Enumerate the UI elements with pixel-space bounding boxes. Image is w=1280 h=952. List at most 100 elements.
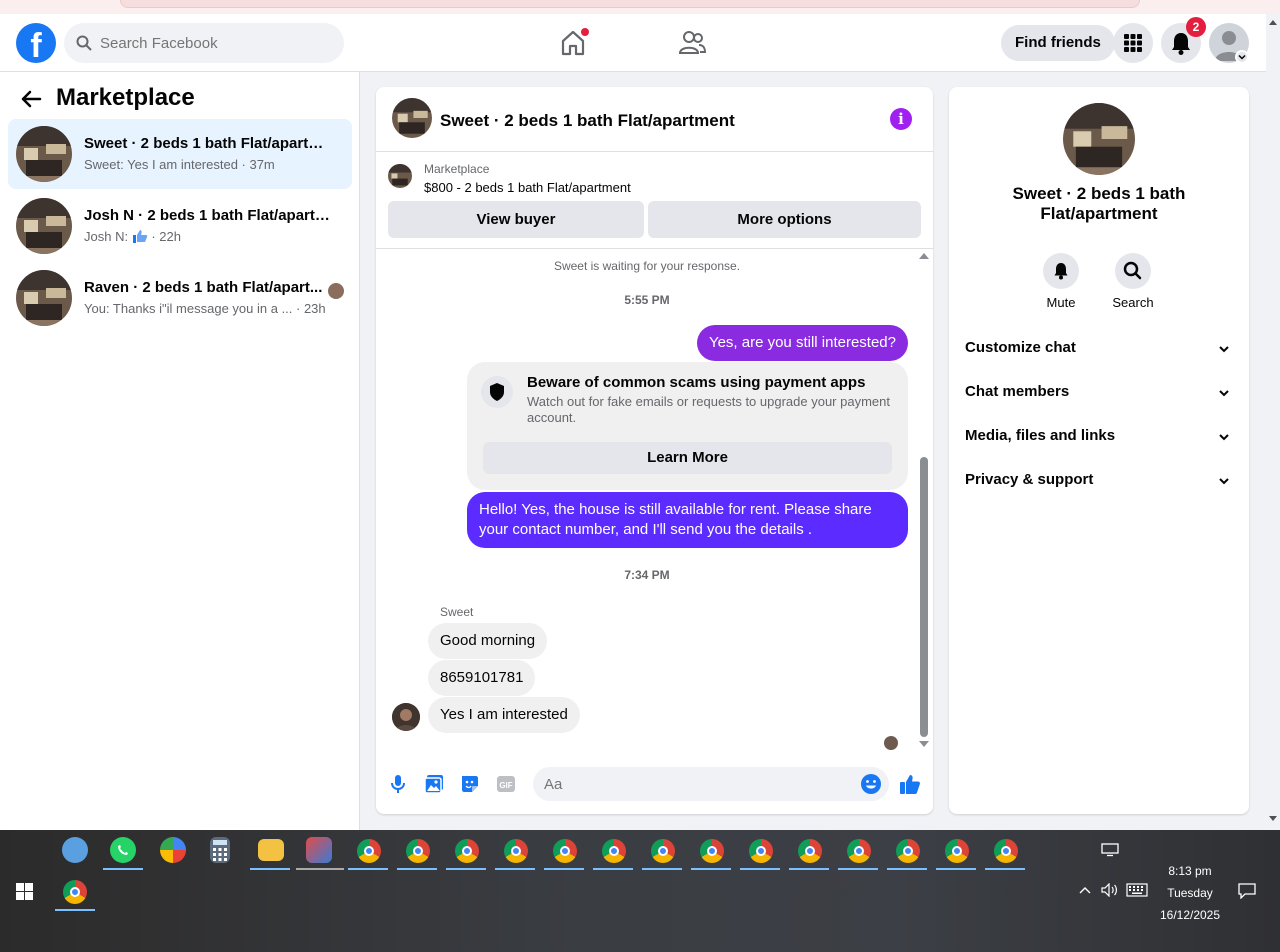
chrome-icon[interactable]	[749, 839, 773, 863]
like-thumbs-up-icon[interactable]	[899, 773, 921, 795]
conversation-title: Josh N · 2 beds 1 bath Flat/apartm...	[84, 207, 336, 224]
preview-time: · 22h	[151, 229, 181, 244]
chrome-icon[interactable]	[504, 839, 528, 863]
find-friends-button[interactable]: Find friends	[1001, 25, 1115, 61]
windows-taskbar: 8:13 pm Tuesday 16/12/2025	[0, 830, 1280, 952]
chrome-icon[interactable]	[945, 839, 969, 863]
chrome-icon[interactable]	[847, 839, 871, 863]
photo-icon[interactable]	[423, 773, 445, 795]
search-action[interactable]: Search	[1103, 253, 1163, 310]
active-indicator	[55, 909, 95, 911]
scroll-up-arrow[interactable]	[919, 253, 929, 259]
calculator-icon[interactable]	[210, 837, 230, 863]
google-lens-icon[interactable]	[160, 837, 186, 863]
chat-window: Sweet · 2 beds 1 bath Flat/apartment i M…	[376, 87, 933, 814]
active-indicator	[348, 868, 388, 870]
chevron-down-icon	[1219, 478, 1229, 485]
app-pinned-icon[interactable]	[62, 837, 88, 863]
chrome-icon[interactable]	[994, 839, 1018, 863]
bell-icon	[1054, 263, 1068, 280]
timestamp: 7:34 PM	[624, 568, 670, 582]
mute-action[interactable]: Mute	[1031, 253, 1091, 310]
active-indicator	[838, 868, 878, 870]
file-explorer-icon[interactable]	[258, 839, 284, 861]
message-input-wrapper[interactable]	[533, 767, 889, 801]
learn-more-button[interactable]: Learn More	[483, 442, 892, 474]
chat-title[interactable]: Sweet · 2 beds 1 bath Flat/apartment	[440, 111, 735, 131]
media-files-links-row[interactable]: Media, files and links	[949, 415, 1249, 459]
conversation-preview: Josh N: · 22h	[84, 229, 181, 244]
outgoing-message[interactable]: Yes, are you still interested?	[696, 325, 908, 361]
back-arrow-icon[interactable]	[20, 88, 42, 110]
windows-start-icon[interactable]	[16, 883, 33, 900]
sender-avatar[interactable]	[392, 703, 420, 731]
chrome-icon[interactable]	[63, 880, 87, 904]
chat-listing-thumbnail[interactable]	[392, 98, 432, 138]
outgoing-message[interactable]: Hello! Yes, the house is still available…	[467, 492, 908, 548]
search-box[interactable]	[64, 23, 344, 63]
microphone-icon[interactable]	[387, 773, 409, 795]
browser-address-bar[interactable]	[120, 0, 1140, 8]
chrome-icon[interactable]	[357, 839, 381, 863]
conversation-item-sweet[interactable]: Sweet · 2 beds 1 bath Flat/apartme... Sw…	[8, 119, 352, 189]
chrome-icon[interactable]	[406, 839, 430, 863]
active-indicator	[642, 868, 682, 870]
snipping-tool-icon[interactable]	[306, 837, 332, 863]
facebook-logo[interactable]: f	[16, 23, 56, 63]
chevron-up-icon[interactable]	[1079, 885, 1091, 895]
listing-price[interactable]: $800 - 2 beds 1 bath Flat/apartment	[424, 180, 631, 195]
active-indicator	[593, 868, 633, 870]
home-notification-dot	[581, 28, 589, 36]
conversation-item-josh[interactable]: Josh N · 2 beds 1 bath Flat/apartm... Jo…	[8, 191, 352, 261]
listing-large-thumbnail	[1063, 103, 1135, 175]
svg-text:GIF: GIF	[499, 781, 512, 790]
search-input[interactable]	[100, 23, 330, 63]
listing-summary: Marketplace $800 - 2 beds 1 bath Flat/ap…	[376, 152, 933, 249]
menu-button[interactable]	[1113, 23, 1153, 63]
active-indicator	[936, 868, 976, 870]
chrome-icon[interactable]	[896, 839, 920, 863]
notification-center-icon[interactable]	[1238, 883, 1256, 899]
page-scroll-up-arrow[interactable]	[1269, 20, 1277, 25]
conversation-preview: Sweet: Yes I am interested · 37m	[84, 157, 275, 172]
chevron-down-icon	[1238, 54, 1246, 60]
chrome-icon[interactable]	[651, 839, 675, 863]
emoji-icon[interactable]	[860, 773, 882, 795]
listing-thumbnail	[16, 198, 72, 254]
chat-header: Sweet · 2 beds 1 bath Flat/apartment i	[376, 87, 933, 152]
warning-body: Watch out for fake emails or requests to…	[527, 394, 890, 425]
chat-scrollbar-thumb[interactable]	[920, 457, 928, 737]
volume-icon[interactable]	[1101, 883, 1119, 897]
conversation-item-raven[interactable]: Raven · 2 beds 1 bath Flat/apart... You:…	[8, 263, 352, 333]
chat-members-row[interactable]: Chat members	[949, 371, 1249, 415]
info-icon[interactable]: i	[890, 108, 912, 130]
chrome-icon[interactable]	[602, 839, 626, 863]
system-clock[interactable]: 8:13 pm Tuesday 16/12/2025	[1150, 860, 1230, 926]
active-indicator	[789, 868, 829, 870]
active-indicator	[544, 868, 584, 870]
incoming-message[interactable]: Good morning	[428, 623, 548, 659]
sticker-icon[interactable]	[459, 773, 481, 795]
chrome-icon[interactable]	[455, 839, 479, 863]
incoming-message[interactable]: Yes I am interested	[428, 697, 580, 733]
chrome-icon[interactable]	[700, 839, 724, 863]
account-menu-caret[interactable]	[1235, 50, 1249, 64]
view-buyer-button[interactable]: View buyer	[388, 201, 644, 238]
privacy-support-row[interactable]: Privacy & support	[949, 459, 1249, 503]
page-scroll-down-arrow[interactable]	[1269, 816, 1277, 821]
more-options-button[interactable]: More options	[648, 201, 921, 238]
message-input[interactable]	[544, 767, 844, 801]
incoming-message[interactable]: 8659101781	[428, 660, 536, 696]
customize-chat-row[interactable]: Customize chat	[949, 327, 1249, 371]
row-label: Customize chat	[965, 339, 1076, 356]
chrome-icon[interactable]	[553, 839, 577, 863]
gif-icon[interactable]: GIF	[495, 773, 517, 795]
whatsapp-icon[interactable]	[110, 837, 136, 863]
chevron-down-icon	[1219, 390, 1229, 397]
page-scrollbar[interactable]	[1266, 14, 1280, 830]
keyboard-icon[interactable]	[1126, 883, 1148, 897]
friends-icon[interactable]	[677, 28, 707, 58]
chrome-icon[interactable]	[798, 839, 822, 863]
scroll-down-arrow[interactable]	[919, 741, 929, 747]
desktop-display-icon[interactable]	[1101, 843, 1119, 857]
